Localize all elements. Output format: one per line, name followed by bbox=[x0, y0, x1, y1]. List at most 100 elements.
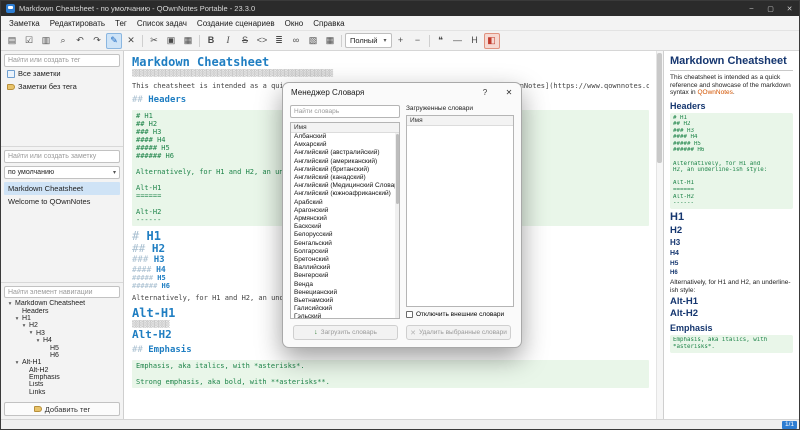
tree-expand-icon[interactable]: ▾ bbox=[14, 316, 20, 322]
tree-expand-icon[interactable]: ▾ bbox=[35, 338, 41, 344]
menu-item[interactable]: Редактировать bbox=[45, 16, 110, 31]
qownnotes-link[interactable]: QOwnNotes bbox=[697, 89, 732, 96]
loaded-table-header[interactable]: Имя bbox=[407, 116, 513, 126]
dictionary-search-input[interactable] bbox=[290, 105, 400, 118]
toolbar-icon[interactable]: S bbox=[237, 33, 253, 49]
sidebar-item-untagged[interactable]: Заметки без тега bbox=[4, 80, 120, 93]
toolbar-icon[interactable]: ↶ bbox=[72, 33, 88, 49]
navigation-search-input[interactable] bbox=[4, 286, 120, 299]
dictionary-list-item[interactable]: Английский (американский) bbox=[291, 158, 395, 166]
dictionary-list-item[interactable]: Арагонский bbox=[291, 207, 395, 215]
tree-expand-icon[interactable]: ▾ bbox=[14, 360, 20, 366]
toolbar-icon[interactable]: ▦ bbox=[322, 33, 338, 49]
dialog-close-button[interactable]: ✕ bbox=[497, 83, 521, 101]
editor-scrollbar[interactable] bbox=[656, 51, 663, 419]
toolbar-icon[interactable]: ✎ bbox=[106, 32, 122, 49]
toolbar-icon[interactable]: ∞ bbox=[288, 33, 304, 49]
tree-expand-icon[interactable]: ▾ bbox=[7, 301, 13, 307]
navigation-tree-item[interactable]: ▾ Alt-H1 bbox=[4, 359, 120, 366]
load-dictionary-button[interactable]: ↓ Загрузить словарь bbox=[293, 325, 398, 340]
toolbar-icon[interactable]: <> bbox=[254, 33, 270, 49]
toolbar-icon[interactable]: − bbox=[410, 33, 426, 49]
dictionary-list-item[interactable]: Албанский bbox=[291, 133, 395, 141]
toolbar-icon[interactable]: ▤ bbox=[4, 33, 20, 49]
navigation-tree-item[interactable]: Emphasis bbox=[4, 374, 120, 381]
dialog-help-button[interactable]: ? bbox=[473, 83, 497, 101]
dictionary-list-item[interactable]: Английский (Медицинский Словарь) bbox=[291, 182, 395, 190]
dictionary-list-item[interactable]: Бенгальский bbox=[291, 240, 395, 248]
dictionary-list-item[interactable]: Белорусский bbox=[291, 231, 395, 239]
note-list-item[interactable]: Markdown Cheatsheet bbox=[4, 182, 120, 195]
dictionary-list-item[interactable]: Бретонский bbox=[291, 256, 395, 264]
navigation-tree-item[interactable]: H6 bbox=[4, 352, 120, 359]
dictionary-list-item[interactable]: Английский (австралийский) bbox=[291, 149, 395, 157]
dictionary-list-header[interactable]: Имя bbox=[291, 123, 399, 133]
close-button[interactable]: ✕ bbox=[780, 1, 799, 16]
tree-expand-icon[interactable]: ▾ bbox=[21, 323, 27, 329]
toolbar-icon[interactable]: ▧ bbox=[305, 33, 321, 49]
toolbar-icon[interactable]: H bbox=[467, 33, 483, 49]
navigation-tree-item[interactable]: ▾ H3 bbox=[4, 330, 120, 337]
dictionary-list-item[interactable]: Венецианский bbox=[291, 289, 395, 297]
toolbar-icon[interactable]: ▣ bbox=[163, 33, 179, 49]
toolbar-icon[interactable]: I bbox=[220, 33, 236, 49]
sidebar-item-all-notes[interactable]: Все заметки bbox=[4, 67, 120, 80]
note-list-item[interactable]: Welcome to QOwnNotes bbox=[4, 195, 120, 208]
toolbar-icon[interactable]: ❝ bbox=[433, 33, 449, 49]
dictionary-list-item[interactable]: Английский (британский) bbox=[291, 166, 395, 174]
dictionary-list-item[interactable]: Арабский bbox=[291, 199, 395, 207]
navigation-tree-item[interactable]: Alt-H2 bbox=[4, 367, 120, 374]
toolbar-icon[interactable]: ◧ bbox=[483, 32, 500, 49]
dictionary-list-item[interactable]: Английский (канадский) bbox=[291, 174, 395, 182]
dictionary-list-scrollbar-thumb[interactable] bbox=[395, 134, 399, 204]
navigation-tree-item[interactable]: ▾ Markdown Cheatsheet bbox=[4, 300, 120, 307]
toolbar-icon[interactable]: ≣ bbox=[271, 33, 287, 49]
remove-dictionaries-button[interactable]: ✕ Удалить выбранные словари bbox=[406, 325, 511, 340]
minimize-button[interactable]: – bbox=[742, 1, 761, 16]
workspace-selector[interactable]: Полный ▾ bbox=[345, 33, 392, 48]
checkbox-icon[interactable] bbox=[406, 311, 413, 318]
navigation-tree-item[interactable]: H5 bbox=[4, 344, 120, 352]
maximize-button[interactable]: ▢ bbox=[761, 1, 780, 16]
toolbar-icon[interactable]: ↷ bbox=[89, 33, 105, 49]
navigation-tree-item[interactable]: ▾ H4 bbox=[4, 337, 120, 344]
dictionary-list-item[interactable]: Венда bbox=[291, 281, 395, 289]
menu-item[interactable]: Окно bbox=[280, 16, 309, 31]
navigation-tree-item[interactable]: Headers bbox=[4, 308, 120, 315]
toolbar-icon[interactable]: ✕ bbox=[123, 33, 139, 49]
dictionary-list-item[interactable]: Гэльский bbox=[291, 313, 395, 318]
dictionary-list-item[interactable]: Болгарский bbox=[291, 248, 395, 256]
menu-item[interactable]: Список задач bbox=[132, 16, 192, 31]
tree-expand-icon[interactable]: ▾ bbox=[28, 330, 34, 336]
navigation-tree-item[interactable]: ▾ H2 bbox=[4, 322, 120, 329]
toolbar-icon[interactable]: ☑ bbox=[21, 33, 37, 49]
toolbar-icon[interactable]: ✂ bbox=[146, 33, 162, 49]
navigation-tree-item[interactable]: Lists bbox=[4, 381, 120, 388]
menu-item[interactable]: Заметка bbox=[4, 16, 45, 31]
dictionary-list-item[interactable]: Амхарский bbox=[291, 141, 395, 149]
navigation-tree-item[interactable]: Links bbox=[4, 389, 120, 396]
note-search-input[interactable] bbox=[4, 150, 120, 163]
dictionary-list-item[interactable]: Баскский bbox=[291, 223, 395, 231]
toolbar-icon[interactable]: B bbox=[203, 33, 219, 49]
dictionary-list-item[interactable]: Английский (южноафриканский) bbox=[291, 190, 395, 198]
menu-item[interactable]: Создание сценариев bbox=[192, 16, 280, 31]
toolbar-icon[interactable]: ▥ bbox=[38, 33, 54, 49]
menu-item[interactable]: Тег bbox=[110, 16, 132, 31]
toolbar-icon[interactable]: ― bbox=[450, 33, 466, 49]
dictionary-list-item[interactable]: Армянский bbox=[291, 215, 395, 223]
menu-item[interactable]: Справка bbox=[308, 16, 349, 31]
toolbar-icon[interactable]: ▦ bbox=[180, 33, 196, 49]
disable-external-dictionaries-row[interactable]: Отключить внешние словари bbox=[406, 310, 514, 319]
dictionary-list-scrollbar[interactable] bbox=[395, 133, 399, 318]
dictionary-list-item[interactable]: Галисийский bbox=[291, 305, 395, 313]
add-tag-button[interactable]: Добавить тег bbox=[4, 402, 120, 416]
note-folder-select[interactable]: по умолчанию ▾ bbox=[4, 166, 120, 179]
dictionary-list-item[interactable]: Венгерский bbox=[291, 272, 395, 280]
toolbar-icon[interactable]: + bbox=[393, 33, 409, 49]
tag-search-input[interactable] bbox=[4, 54, 120, 67]
navigation-tree-item[interactable]: ▾ H1 bbox=[4, 315, 120, 322]
editor-scrollbar-thumb[interactable] bbox=[657, 53, 662, 163]
toolbar-icon[interactable]: ⌕ bbox=[55, 33, 71, 49]
dictionary-list-item[interactable]: Валлийский bbox=[291, 264, 395, 272]
